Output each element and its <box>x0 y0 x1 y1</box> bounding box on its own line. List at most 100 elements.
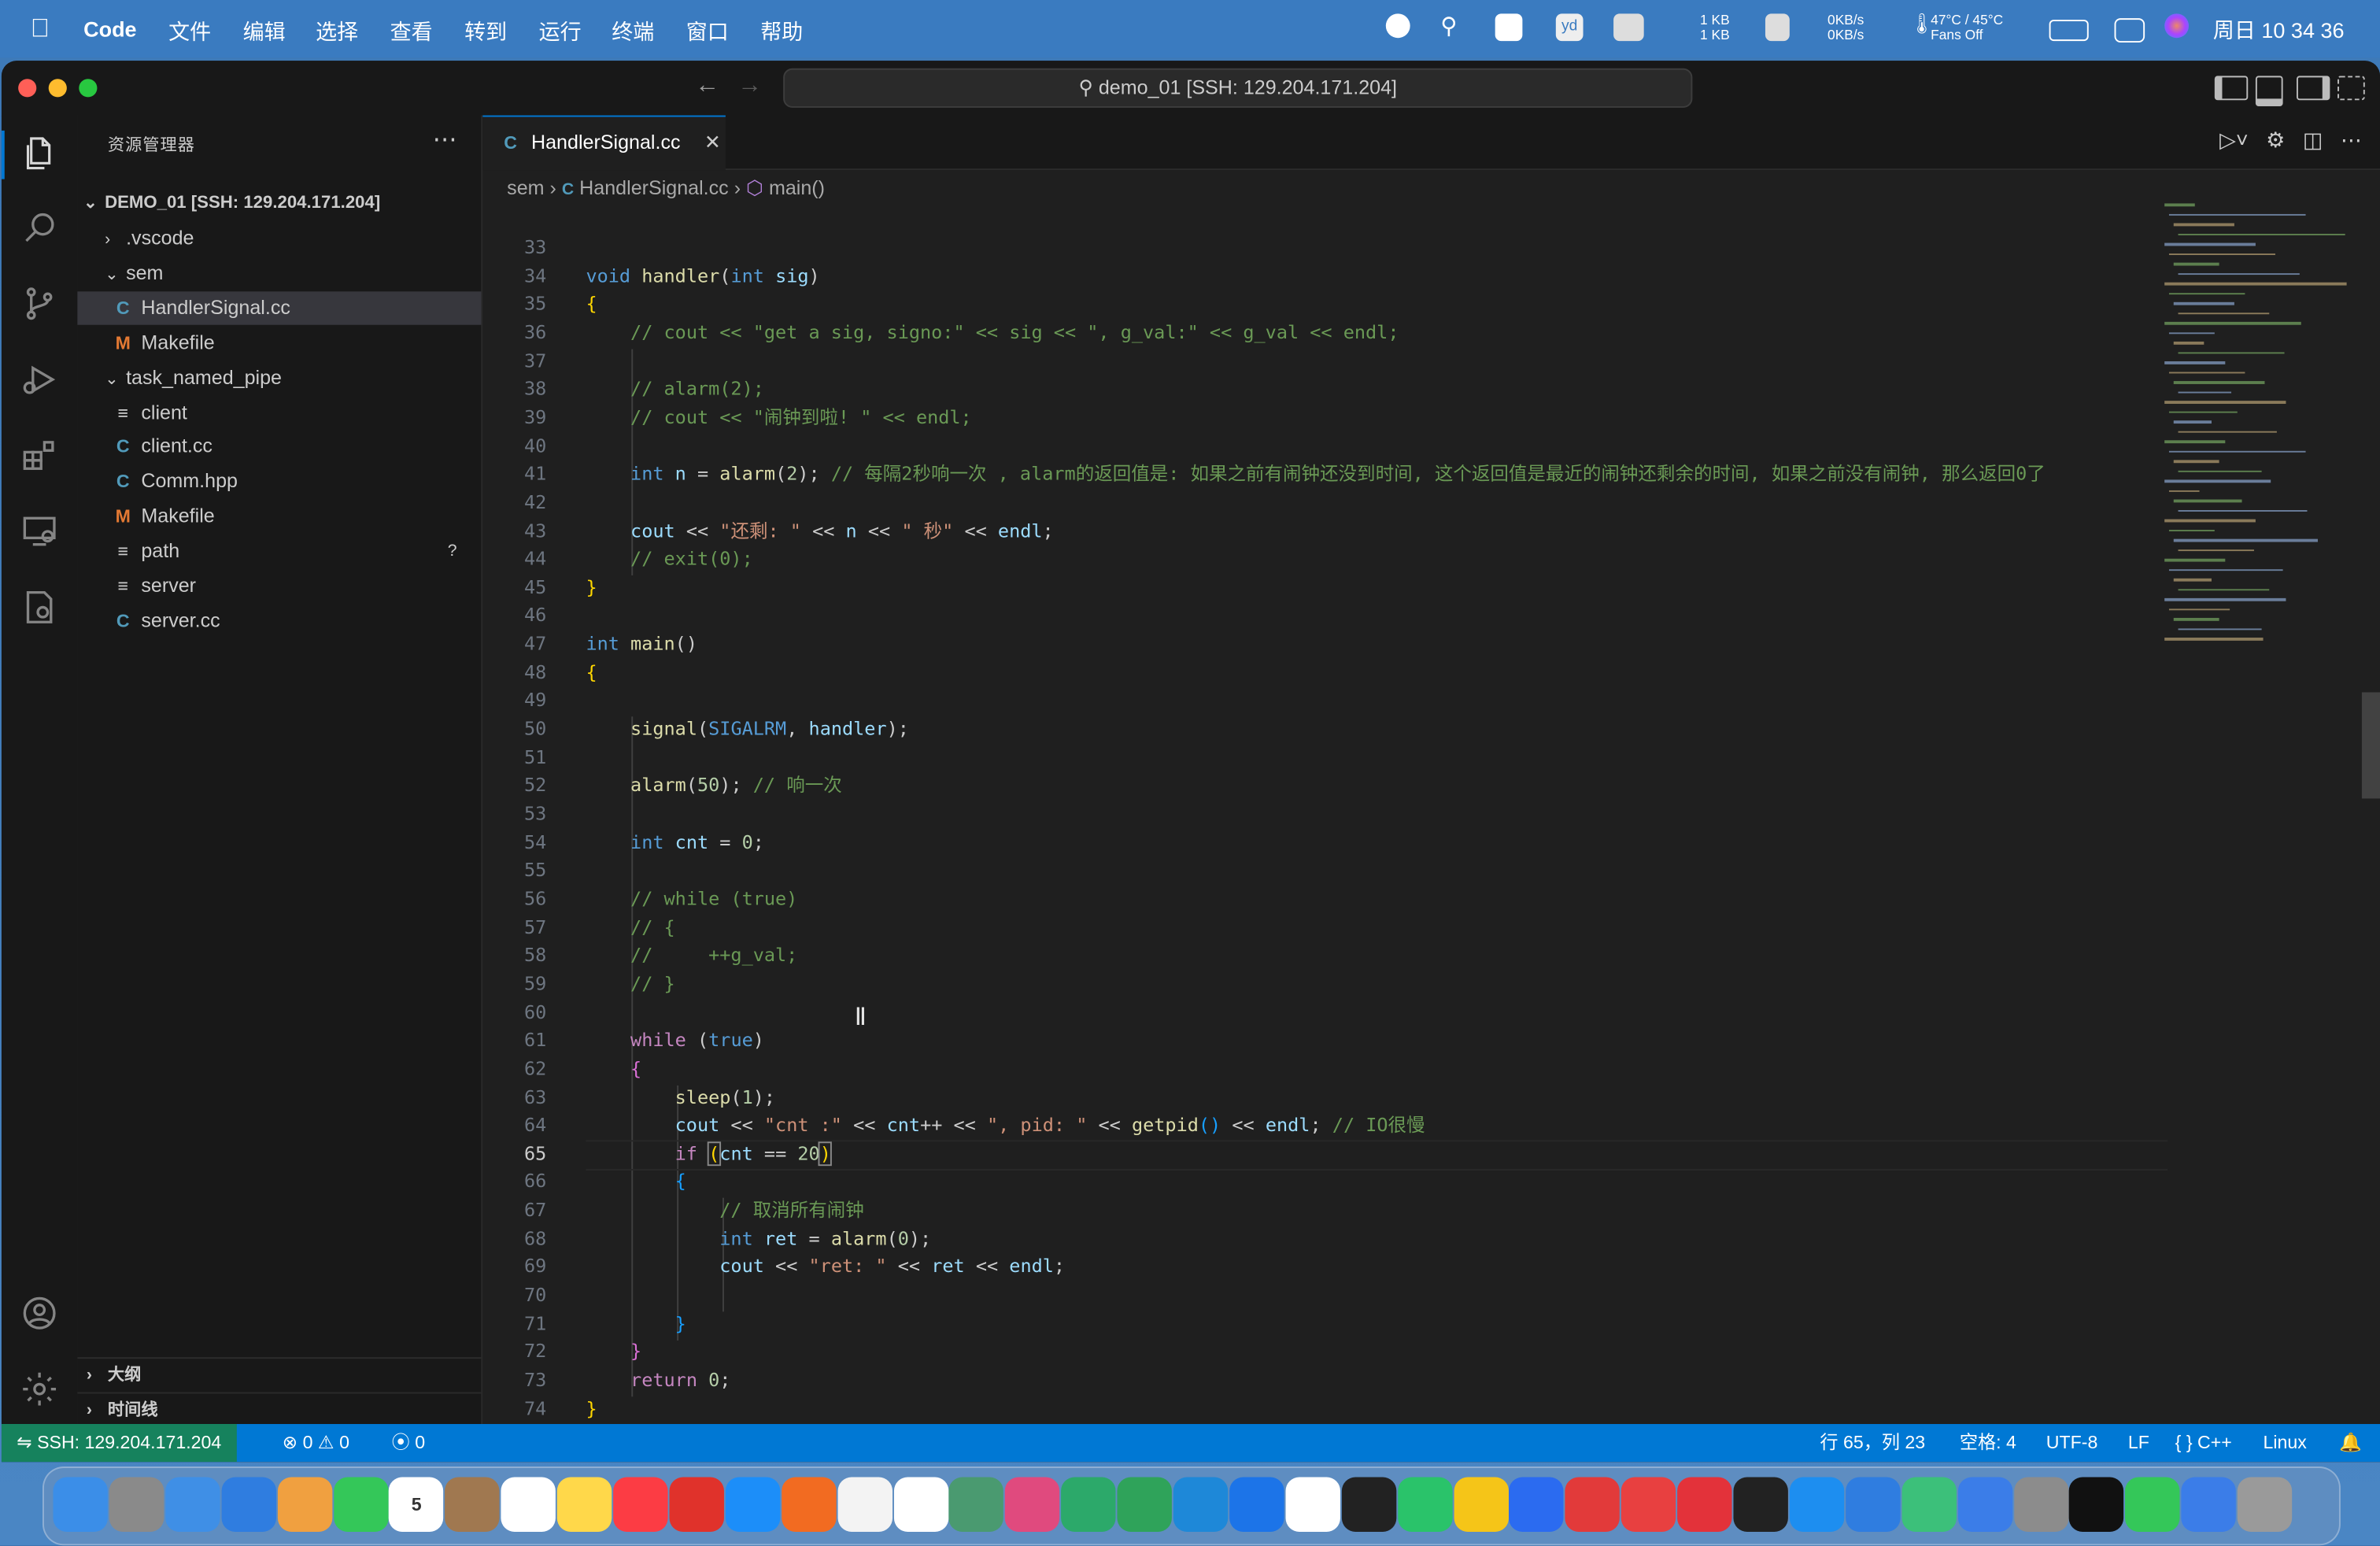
dock-wechat-icon[interactable] <box>1397 1477 1452 1532</box>
clock[interactable]: 周日 10 34 36 <box>2213 15 2345 46</box>
tree-item[interactable]: ≡ client <box>77 395 481 428</box>
battery-icon[interactable] <box>2049 20 2089 42</box>
breadcrumb-folder[interactable]: sem <box>507 176 544 199</box>
run-debug-icon[interactable] <box>20 360 59 399</box>
code-line[interactable]: alarm(50); // 响一次 <box>586 771 842 800</box>
run-code-icon[interactable]: ▷˅ <box>2219 128 2249 152</box>
more-actions-icon[interactable]: ⋯ <box>433 124 457 155</box>
dock-icloud-icon[interactable] <box>1845 1477 1901 1532</box>
menu-window[interactable]: 窗口 <box>686 17 729 47</box>
menu-view[interactable]: 查看 <box>390 17 433 47</box>
breadcrumb-file[interactable]: HandlerSignal.cc <box>579 176 729 199</box>
code-line[interactable]: int cnt = 0; <box>586 828 764 856</box>
source-control-icon[interactable] <box>20 284 59 324</box>
command-center[interactable]: ⚲ demo_01 [SSH: 129.204.171.204] <box>783 68 1693 108</box>
customize-layout-icon[interactable] <box>2338 76 2365 101</box>
menu-edit[interactable]: 编辑 <box>243 17 286 47</box>
settings-gear-icon[interactable]: ⚙ <box>2266 128 2285 152</box>
search-icon[interactable] <box>20 208 59 247</box>
dock-paintbrush-icon[interactable] <box>1957 1477 2012 1532</box>
dock-pycharm-icon[interactable] <box>1061 1477 1116 1532</box>
code-line[interactable]: } <box>586 574 597 602</box>
code-line[interactable]: // { <box>586 913 675 941</box>
docker-icon[interactable] <box>20 587 59 627</box>
dock-mail-icon[interactable] <box>164 1477 220 1532</box>
dock-trash-icon[interactable] <box>2237 1477 2293 1532</box>
tree-item[interactable]: ≡ path? <box>77 534 481 568</box>
notifications-bell-icon[interactable]: 🔔 <box>2339 1424 2362 1462</box>
dock-xcode-icon[interactable] <box>1229 1477 1284 1532</box>
minimap[interactable] <box>2164 203 2347 659</box>
breadcrumb-symbol[interactable]: main() <box>769 176 825 199</box>
menu-app-name[interactable]: Code <box>83 17 137 41</box>
tree-item[interactable]: ⌄ sem <box>77 257 481 290</box>
indentation[interactable]: 空格: 4 <box>1960 1424 2016 1462</box>
control-center-icon[interactable] <box>2114 18 2145 43</box>
dock-tiktok-icon[interactable] <box>2069 1477 2124 1532</box>
dock-messages-icon[interactable] <box>333 1477 388 1532</box>
dock-vscode-icon[interactable] <box>1173 1477 1229 1532</box>
code-line[interactable]: int main() <box>586 631 697 659</box>
ports-indicator[interactable]: ⦿ 0 <box>392 1424 426 1462</box>
code-line[interactable]: } <box>586 1338 641 1367</box>
dock-clion-icon[interactable] <box>1117 1477 1173 1532</box>
code-line[interactable]: // alarm(2); <box>586 375 764 404</box>
code-line[interactable]: // 取消所有闹钟 <box>586 1196 863 1225</box>
dock-kuwo-icon[interactable] <box>1509 1477 1565 1532</box>
code-line[interactable]: // exit(0); <box>586 546 753 574</box>
dock-pdf-icon[interactable] <box>1677 1477 1732 1532</box>
extensions-icon[interactable] <box>20 436 59 475</box>
tab-handlersignal[interactable]: C HandlerSignal.cc ✕ <box>482 115 726 171</box>
code-line[interactable]: } <box>586 1395 597 1423</box>
dock-notes-icon[interactable] <box>556 1477 612 1532</box>
back-arrow-icon[interactable]: ← <box>695 73 719 101</box>
toggle-panel-icon[interactable] <box>2255 76 2283 107</box>
code-line[interactable]: } <box>586 1310 686 1338</box>
code-line[interactable]: // cout << "get a sig, signo:" << sig <<… <box>586 319 1399 347</box>
dock-appstore-icon[interactable] <box>725 1477 780 1532</box>
timeline-section[interactable]: › 时间线 <box>77 1392 482 1427</box>
code-line[interactable]: { <box>586 290 597 319</box>
dock-launchpad-icon[interactable] <box>109 1477 164 1532</box>
dock-settings-icon[interactable] <box>2013 1477 2068 1532</box>
split-editor-icon[interactable]: ◫ <box>2303 128 2323 152</box>
code-line[interactable]: cout << "cnt :" << cnt++ << ", pid: " <<… <box>586 1111 1425 1140</box>
dock-slack-icon[interactable] <box>2181 1477 2237 1532</box>
code-line[interactable]: cout << "ret: " << ret << endl; <box>586 1253 1065 1282</box>
display-icon[interactable] <box>1613 13 1644 42</box>
tree-item[interactable]: M Makefile <box>77 500 481 533</box>
menu-selection[interactable]: 选择 <box>316 17 358 47</box>
dock-youdao-icon[interactable] <box>669 1477 724 1532</box>
tree-item[interactable]: › .vscode <box>77 222 481 255</box>
toggle-secondary-sidebar-icon[interactable] <box>2296 76 2330 101</box>
tree-item[interactable]: Cserver.cc <box>77 604 481 637</box>
code-line[interactable]: while (true) <box>586 1026 764 1055</box>
dock-qq-icon[interactable] <box>1341 1477 1396 1532</box>
record-icon[interactable] <box>1385 13 1410 39</box>
language-mode[interactable]: { } C++ <box>2175 1424 2232 1462</box>
youdao-icon[interactable]: yd <box>1555 13 1584 42</box>
code-line[interactable]: // cout << "闹钟到啦! " << endl; <box>586 404 972 432</box>
code-line[interactable]: { <box>586 659 597 687</box>
tree-item[interactable]: ⌄ task_named_pipe <box>77 361 481 394</box>
code-line[interactable]: sleep(1); <box>586 1083 775 1111</box>
dock-video-icon[interactable] <box>1901 1477 1957 1532</box>
remote-indicator[interactable]: ⇋ SSH: 129.204.171.204 <box>1 1424 237 1463</box>
remote-explorer-icon[interactable] <box>20 512 59 551</box>
dock-chrome-icon[interactable] <box>1285 1477 1340 1532</box>
code-line[interactable]: signal(SIGALRM, handler); <box>586 715 909 743</box>
forward-arrow-icon[interactable]: → <box>737 73 762 101</box>
zoom-window-button[interactable] <box>79 79 98 98</box>
minimize-window-button[interactable] <box>48 79 67 98</box>
more-actions-icon[interactable]: ⋯ <box>2341 128 2362 152</box>
dock-infuse-icon[interactable] <box>1789 1477 1845 1532</box>
code-line[interactable]: // while (true) <box>586 885 797 913</box>
outline-section[interactable]: › 大纲 <box>77 1357 482 1392</box>
workspace-root[interactable]: ⌄ DEMO_01 [SSH: 129.204.171.204] <box>77 187 481 220</box>
dock-terminal-icon[interactable] <box>1733 1477 1788 1532</box>
code-line[interactable]: int n = alarm(2); // 每隔2秒响一次 , alarm的返回值… <box>586 460 2046 489</box>
code-line[interactable]: void handler(int sig) <box>586 262 819 290</box>
code-area[interactable]: 33 34 void handler(int sig) 35 {36 // cout <… <box>482 203 2168 1448</box>
dock-gamepad-icon[interactable] <box>949 1477 1004 1532</box>
dock-contacts-icon[interactable] <box>445 1477 501 1532</box>
